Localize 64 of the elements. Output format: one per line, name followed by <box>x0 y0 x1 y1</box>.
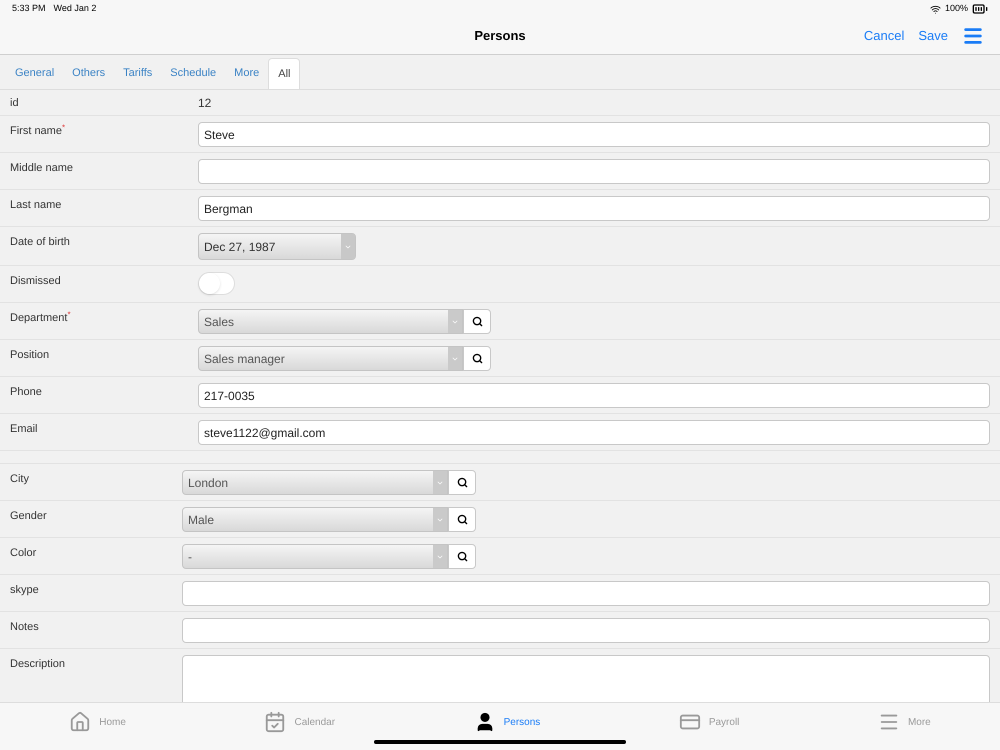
text-field[interactable]: Steve <box>198 122 990 147</box>
text-field[interactable] <box>182 581 990 606</box>
search-icon <box>456 477 468 488</box>
field-label: City <box>10 472 29 486</box>
field-label: Middle name <box>10 161 73 175</box>
home-icon <box>69 711 92 733</box>
tab[interactable]: Schedule <box>161 58 226 89</box>
tab-bar-item[interactable]: Home <box>69 703 126 741</box>
field-label: Department <box>10 311 68 325</box>
tab[interactable]: More <box>225 58 268 89</box>
dropdown[interactable]: London <box>182 470 448 495</box>
search-button[interactable] <box>463 346 491 371</box>
search-icon <box>456 514 468 525</box>
dropdown[interactable]: Sales <box>198 309 463 334</box>
text-field[interactable]: steve1122@gmail.com <box>198 420 990 445</box>
search-button[interactable] <box>463 309 491 334</box>
search-button[interactable] <box>448 470 476 495</box>
menu-icon[interactable] <box>962 25 984 47</box>
page-title: Persons <box>474 27 526 46</box>
field-label: Dismissed <box>10 274 61 288</box>
nav-button[interactable]: Save <box>918 26 948 46</box>
tab[interactable]: General <box>6 58 64 89</box>
dropdown[interactable]: Sales manager <box>198 346 463 371</box>
tab-bar-item[interactable]: Persons <box>474 703 540 741</box>
text-field[interactable] <box>198 159 990 184</box>
battery-percentage: 100% <box>944 2 968 16</box>
field-label: Notes <box>10 620 39 634</box>
field-label: id <box>10 96 19 110</box>
dropdown[interactable]: - <box>182 544 448 569</box>
field-label: Date of birth <box>10 235 70 249</box>
field-label: Color <box>10 546 36 560</box>
required-mark: * <box>62 124 66 132</box>
tab-bar-item[interactable]: Payroll <box>678 703 740 741</box>
toggle-switch[interactable] <box>198 272 235 295</box>
date-picker[interactable]: Dec 27, 1987 <box>198 233 356 260</box>
field-label: skype <box>10 583 39 597</box>
field-label: Description <box>10 657 66 671</box>
wifi-icon <box>930 4 941 14</box>
required-mark: * <box>67 311 71 319</box>
status-time: 5:33 PM <box>12 2 46 16</box>
calendar-icon <box>264 711 286 733</box>
dropdown[interactable]: Male <box>182 507 448 532</box>
search-icon <box>472 316 482 327</box>
tab[interactable]: Others <box>63 58 114 89</box>
search-icon <box>472 353 482 364</box>
tab-bar-item[interactable]: Calendar <box>264 703 336 741</box>
status-date: Wed Jan 2 <box>54 2 96 16</box>
field-label: Email <box>10 422 38 436</box>
text-field[interactable]: 217-0035 <box>198 383 990 408</box>
field-label: Last name <box>10 198 62 212</box>
field-label: Phone <box>10 385 42 399</box>
search-button[interactable] <box>448 544 476 569</box>
tab[interactable]: Tariffs <box>114 58 162 89</box>
text-field[interactable]: Bergman <box>198 196 990 221</box>
field-value: 12 <box>198 96 212 110</box>
search-button[interactable] <box>448 507 476 532</box>
text-field[interactable] <box>182 618 990 643</box>
field-label: First name <box>10 124 62 138</box>
search-icon <box>456 551 468 562</box>
tab[interactable]: All <box>268 58 300 89</box>
nav-button[interactable]: Cancel <box>864 26 904 46</box>
field-label: Position <box>10 348 50 362</box>
tab-bar-item[interactable]: More <box>878 703 931 741</box>
field-label: Gender <box>10 509 47 523</box>
